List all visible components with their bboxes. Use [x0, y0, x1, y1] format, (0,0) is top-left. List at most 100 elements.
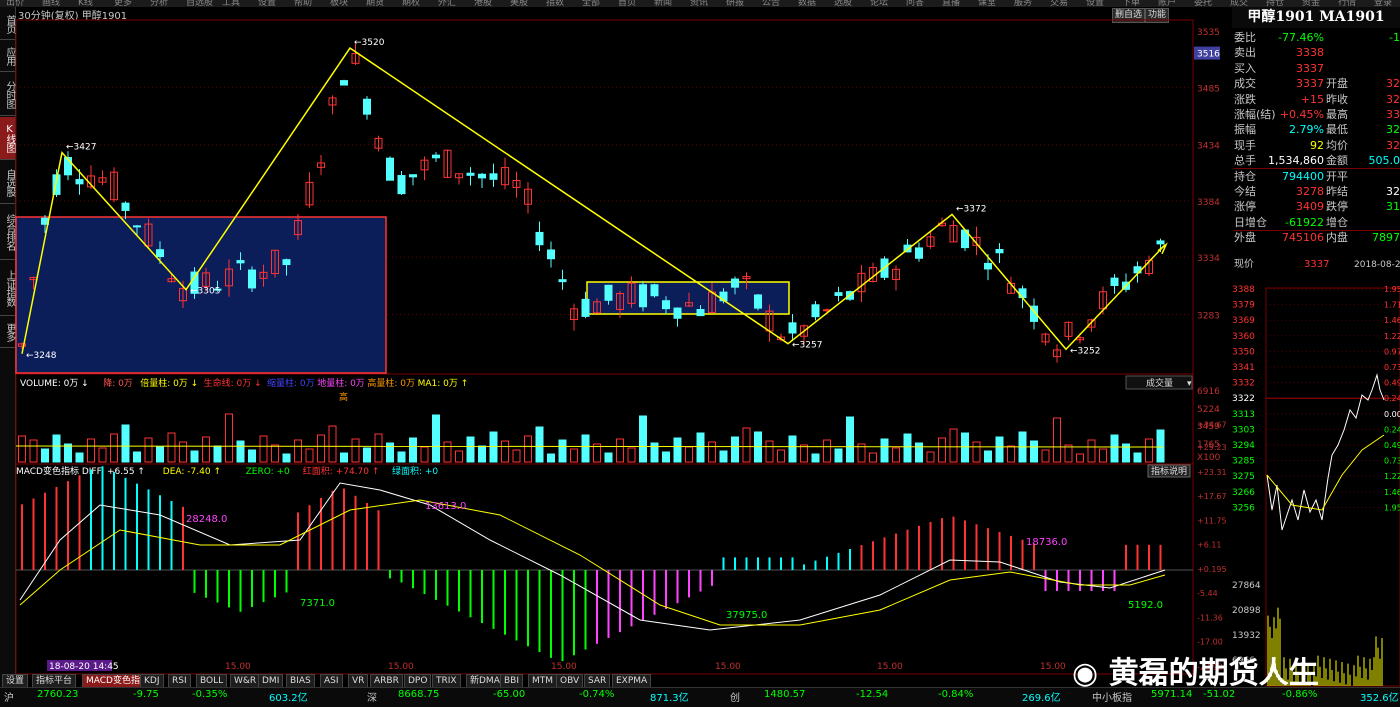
volume-bar [766, 441, 773, 462]
volume-bar [272, 445, 279, 462]
volume-bar [640, 416, 647, 462]
volume-bar [996, 437, 1003, 462]
candle [237, 261, 244, 263]
indicator-tab[interactable]: 新DMA [466, 674, 504, 688]
quote-label: 跌停 [1326, 199, 1348, 214]
volume-bar [904, 434, 911, 462]
volume-bar [122, 425, 129, 462]
volume-bar [1054, 418, 1061, 462]
toolbar-item[interactable]: 行情 [1338, 0, 1356, 7]
indicator-tab[interactable]: EXPMA [612, 674, 651, 688]
volume-bar [1100, 449, 1107, 462]
status-item: -9.75 [133, 689, 159, 700]
quote-label: 振幅 [1234, 122, 1256, 137]
indicator-tab[interactable]: DPO [404, 674, 431, 688]
indicator-tab[interactable]: VR [348, 674, 368, 688]
volume-bar [663, 452, 670, 462]
candle [651, 285, 658, 296]
time-axis-label: 15.00 [551, 662, 577, 672]
indicator-tab[interactable]: SAR [584, 674, 610, 688]
trend-arrow [1158, 245, 1166, 254]
volume-bar [456, 451, 463, 462]
indicator-tab[interactable]: MTM [528, 674, 557, 688]
indicator-tab[interactable]: DMI [258, 674, 283, 688]
indicator-tab[interactable]: BBI [500, 674, 523, 688]
macd-legend: 红面积: +74.70 ↑ [303, 465, 380, 477]
candle [398, 176, 405, 194]
quote-label: 涨幅(结) [1234, 107, 1276, 122]
quote-value: 3409 [1296, 199, 1324, 214]
price-axis-label: 3485 [1197, 84, 1220, 94]
watermark: ◉ 黄磊的期货人生 [1072, 648, 1319, 692]
indicator-tab[interactable]: BIAS [286, 674, 315, 688]
volume-bar [65, 444, 72, 462]
volume-bar [697, 433, 704, 462]
quote-row: 振幅2.79%最低32 [1234, 122, 1400, 137]
toolbar-item[interactable]: 成交 [1230, 0, 1248, 7]
price-annotation: ←3305 [190, 287, 220, 297]
volume-axis-label: 6916 [1197, 387, 1220, 397]
price-axis-label: 3516 [1197, 50, 1220, 60]
toolbar-item[interactable]: 持仓 [1266, 0, 1284, 7]
indicator-tab[interactable]: ASI [320, 674, 343, 688]
quote-row: 委比-77.46%-1 [1234, 30, 1400, 45]
macd-axis-label: +29.23 [1197, 443, 1227, 452]
toolbar-item[interactable]: 资金 [1302, 0, 1320, 7]
status-item: 8668.75 [398, 689, 439, 700]
volume-bar [99, 448, 106, 462]
indicator-tab[interactable]: OBV [556, 674, 583, 688]
mini-axis-right: 0.73 [1384, 457, 1400, 466]
candle [548, 250, 555, 259]
quote-value: 2.79% [1289, 122, 1324, 137]
volume-bar [1008, 446, 1015, 462]
mini-axis-left: 3313 [1232, 410, 1255, 420]
quote-row: 涨跌+15昨收32 [1234, 92, 1400, 107]
price-annotation: ←3248 [26, 351, 57, 361]
indicator-tab[interactable]: BOLL [196, 674, 227, 688]
mini-date: 2018-08-29 [1354, 260, 1400, 270]
quote-label: 日增仓 [1234, 215, 1267, 230]
indicator-tab[interactable]: 指标平台 [32, 674, 76, 688]
quote-label: 均价 [1326, 138, 1348, 153]
volume-bar [214, 446, 221, 462]
candle [1111, 278, 1118, 285]
volume-bar [950, 429, 957, 462]
quote-row: 涨幅(结)+0.45%最高33 [1234, 107, 1400, 122]
mini-axis-right: 1.95 [1384, 285, 1400, 294]
indicator-tab[interactable]: ARBR [370, 674, 403, 688]
candle [674, 308, 681, 318]
macd-area-label: 13613.0 [425, 501, 466, 512]
quote-label: 开盘 [1326, 76, 1348, 91]
quote-label: 买入 [1234, 61, 1256, 76]
mini-axis-left: 3294 [1232, 441, 1255, 451]
quote-label: 涨停 [1234, 199, 1256, 214]
toolbar-item[interactable]: 登录 [1374, 0, 1392, 7]
quote-row: 卖出3338 [1234, 45, 1400, 60]
indicator-tab[interactable]: 设置 [2, 674, 28, 688]
volume-bar [295, 440, 302, 462]
quote-value: 92 [1310, 138, 1324, 153]
indicator-tab[interactable]: W&R [230, 674, 260, 688]
volume-bar [962, 433, 969, 462]
kline-chart[interactable]: 3535351634853434338433343283←3520←3427←3… [0, 0, 1232, 687]
candle [755, 295, 762, 308]
mini-axis-right: 0.24 [1384, 394, 1400, 403]
mini-axis-left: 3350 [1232, 347, 1255, 357]
mini-axis-right: 0.49 [1384, 379, 1400, 388]
candle [985, 263, 992, 269]
candle [76, 180, 83, 184]
indicator-tab[interactable]: TRIX [432, 674, 461, 688]
volume-bar [433, 415, 440, 462]
quote-label: 外盘 [1234, 230, 1256, 245]
volume-bar [479, 446, 486, 462]
mini-axis-left: 3256 [1232, 503, 1255, 513]
indicator-tab[interactable]: RSI [168, 674, 191, 688]
price-annotation: ←3427 [66, 143, 96, 153]
macd-axis-label: +17.67 [1197, 492, 1227, 501]
quote-value: 3337 [1296, 61, 1324, 76]
candle [387, 158, 394, 180]
quote-label: 内盘 [1326, 230, 1348, 245]
indicator-tab[interactable]: KDJ [140, 674, 164, 688]
volume-bar [237, 441, 244, 462]
volume-bar [674, 438, 681, 462]
